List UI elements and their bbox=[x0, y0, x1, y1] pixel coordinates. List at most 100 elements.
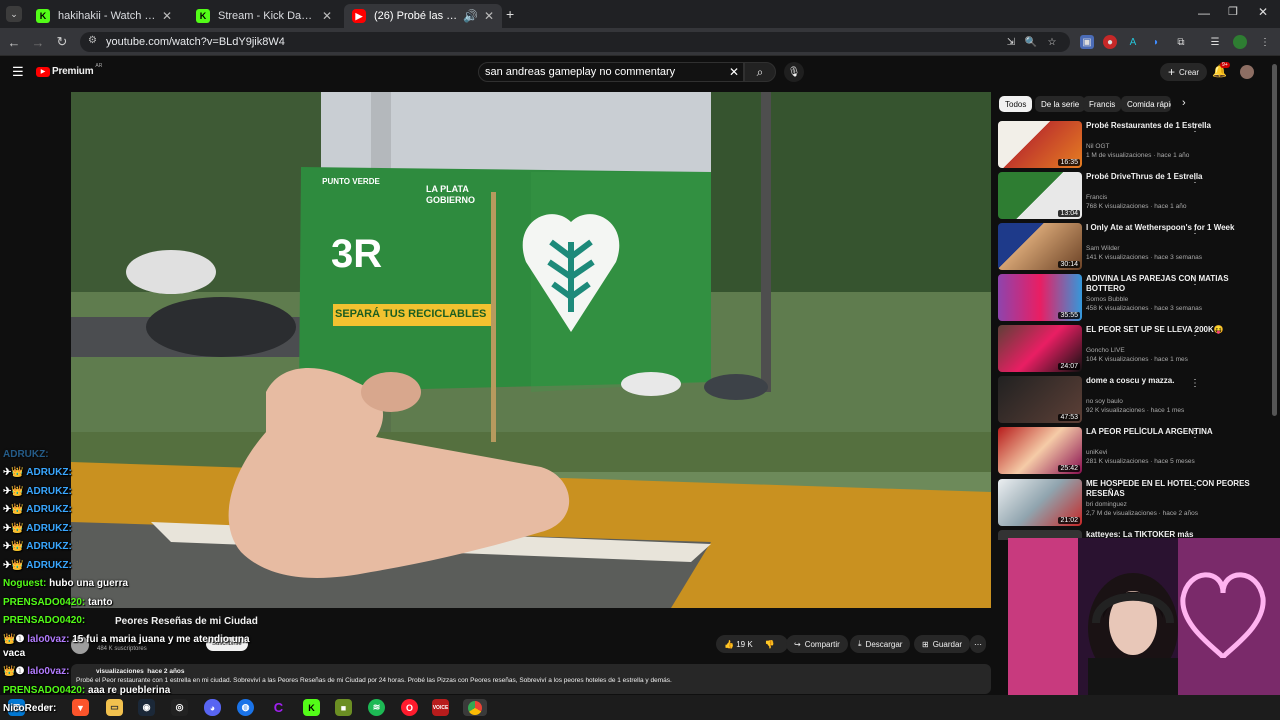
site-info-icon[interactable]: ⚙ bbox=[88, 35, 97, 46]
more-icon[interactable]: ⋮ bbox=[1190, 225, 1200, 236]
tab-search-icon[interactable]: ☰ bbox=[1208, 35, 1222, 49]
sign-gov-text: LA PLATA GOBIERNO bbox=[426, 184, 476, 205]
like-icon[interactable]: 👍 bbox=[724, 640, 734, 649]
obs-icon[interactable]: ◎ bbox=[171, 699, 188, 716]
hamburger-menu-icon[interactable]: ☰ bbox=[12, 64, 24, 80]
more-icon[interactable]: ⋮ bbox=[1190, 378, 1200, 389]
close-tab-icon[interactable]: ✕ bbox=[162, 9, 172, 23]
chip-todos[interactable]: Todos bbox=[999, 96, 1033, 112]
close-window-button[interactable]: ✕ bbox=[1258, 5, 1268, 19]
chip-francis[interactable]: Francis bbox=[1083, 96, 1122, 112]
account-avatar[interactable] bbox=[1240, 65, 1254, 79]
create-button[interactable]: + Crear bbox=[1160, 63, 1208, 81]
minecraft-icon[interactable]: ■ bbox=[335, 699, 352, 716]
forward-button[interactable]: → bbox=[30, 34, 46, 50]
like-dislike-group[interactable]: 👍 19 K 👎 bbox=[716, 635, 788, 653]
video-thumbnail: 16:35 bbox=[998, 121, 1082, 168]
save-button[interactable]: ⊞ Guardar bbox=[914, 635, 971, 653]
chat-line: ✈👑 ADRUKZ: bbox=[3, 504, 72, 515]
spotify-icon[interactable]: ≋ bbox=[368, 699, 385, 716]
more-icon[interactable]: ⋮ bbox=[1190, 429, 1200, 440]
new-tab-button[interactable]: + bbox=[506, 6, 514, 22]
install-app-icon[interactable]: ⇲ bbox=[1004, 35, 1018, 49]
video-thumbnail: 30:14 bbox=[998, 223, 1082, 270]
bookmark-star-icon[interactable]: ☆ bbox=[1045, 35, 1059, 49]
recommendation-item[interactable]: 16:35 Probé Restaurantes de 1 Estrella N… bbox=[998, 121, 1270, 169]
browser-menu-icon[interactable]: ⋮ bbox=[1258, 35, 1272, 49]
recommendation-item[interactable]: 25:42 LA PEOR PELÍCULA ARGENTINA uniKevi… bbox=[998, 427, 1270, 475]
search-button[interactable]: ⌕ bbox=[744, 62, 776, 82]
close-tab-icon[interactable]: ✕ bbox=[484, 9, 494, 23]
recommendation-item[interactable]: 47:53 dome a coscu y mazza. no soy baulo… bbox=[998, 376, 1270, 424]
voicemeeter-icon[interactable]: VOICE bbox=[432, 699, 449, 716]
views-meta: visualizaciones hace 2 años bbox=[96, 668, 185, 675]
brave-icon[interactable]: ▼ bbox=[72, 699, 89, 716]
more-actions-button[interactable]: ⋯ bbox=[970, 635, 986, 653]
app-icon[interactable]: C bbox=[270, 699, 287, 716]
plus-icon: + bbox=[1168, 65, 1176, 79]
recommendation-item[interactable]: 21:02 ME HOSPEDE EN EL HOTEL CON PEORES … bbox=[998, 479, 1270, 527]
video-player[interactable]: PUNTO VERDE LA PLATA GOBIERNO 3R SEPARÁ … bbox=[71, 92, 991, 608]
recommendation-item[interactable]: 13:04 Probé DriveThrus de 1 Estrella Fra… bbox=[998, 172, 1270, 220]
tab-search-button[interactable]: ⌄ bbox=[6, 6, 22, 22]
extension-audio-icon[interactable]: ◗ bbox=[1149, 35, 1163, 49]
back-button[interactable]: ← bbox=[6, 34, 22, 50]
reload-button[interactable]: ↻ bbox=[54, 34, 70, 50]
chips-next-icon[interactable]: › bbox=[1182, 97, 1186, 109]
extensions-puzzle-icon[interactable]: ⧉ bbox=[1174, 35, 1188, 49]
video-thumbnail: 24:07 bbox=[998, 325, 1082, 372]
notifications-button[interactable]: 🔔 9+ bbox=[1212, 62, 1230, 78]
more-icon[interactable]: ⋮ bbox=[1190, 481, 1200, 492]
tab-kick-vod[interactable]: K hakihakii - Watch the VOD on Kick ✕ bbox=[28, 4, 180, 28]
extension-translate-icon[interactable]: A bbox=[1126, 35, 1140, 49]
steam-icon[interactable]: ◉ bbox=[138, 699, 155, 716]
save-icon: ⊞ bbox=[922, 639, 929, 649]
opera-icon[interactable]: O bbox=[401, 699, 418, 716]
search-input[interactable]: san andreas gameplay no commentary ✕ bbox=[478, 62, 744, 82]
zoom-icon[interactable]: 🔍 bbox=[1024, 35, 1038, 49]
share-button[interactable]: ↪ Compartir bbox=[786, 635, 848, 653]
download-button[interactable]: ⤓ Descargar bbox=[850, 635, 911, 653]
file-explorer-icon[interactable]: ▭ bbox=[106, 699, 123, 716]
chat-line: PRENSADO0420: tanto bbox=[3, 597, 113, 608]
region-code: AR bbox=[95, 62, 103, 69]
clear-search-icon[interactable]: ✕ bbox=[729, 65, 739, 79]
extension-record-icon[interactable]: ● bbox=[1103, 35, 1117, 49]
discord-icon[interactable]: ◕ bbox=[204, 699, 221, 716]
more-icon[interactable]: ⋮ bbox=[1190, 327, 1200, 338]
profile-avatar[interactable] bbox=[1233, 35, 1247, 49]
kick-taskbar-icon[interactable]: K bbox=[303, 699, 320, 716]
video-description: Probé el Peor restaurante con 1 estrella… bbox=[76, 677, 672, 684]
sign-brand-text: PUNTO VERDE bbox=[322, 177, 380, 186]
more-icon[interactable]: ⋮ bbox=[1190, 123, 1200, 134]
chip-comida-rapida[interactable]: Comida rápida bbox=[1121, 96, 1171, 112]
chip-de-la-serie[interactable]: De la serie bbox=[1035, 96, 1086, 112]
dislike-icon[interactable]: 👎 bbox=[765, 640, 775, 649]
voice-search-button[interactable]: 🎙 bbox=[784, 62, 804, 82]
address-bar[interactable]: ⚙ youtube.com/watch?v=BLdY9jik8W4 bbox=[80, 32, 1070, 52]
chrome-active-icon[interactable] bbox=[463, 699, 487, 716]
minimize-button[interactable]: — bbox=[1198, 6, 1210, 20]
recommendation-item[interactable]: 30:14 I Only Ate at Wetherspoon's for 1 … bbox=[998, 223, 1270, 271]
tab-kick-dashboard[interactable]: K Stream - Kick Dashboard ✕ bbox=[188, 4, 340, 28]
page-scrollbar[interactable] bbox=[1272, 64, 1277, 416]
chat-line: ✈👑 ADRUKZ: bbox=[3, 541, 72, 552]
speaker-icon[interactable]: 🔊 bbox=[463, 9, 478, 23]
restore-button[interactable]: ❐ bbox=[1228, 5, 1238, 18]
chat-line: ✈👑 ADRUKZ: bbox=[3, 560, 72, 571]
extension-icon[interactable]: ▣ bbox=[1080, 35, 1094, 49]
recommendation-item[interactable]: 24:07 EL PEOR SET UP SE LLEVA 200K😝 Gonc… bbox=[998, 325, 1270, 373]
subscriber-count: 484 K suscriptores bbox=[97, 646, 147, 652]
taskbar bbox=[0, 695, 1280, 720]
video-thumbnail: 35:55 bbox=[998, 274, 1082, 321]
youtube-logo[interactable]: ▶ Premium AR bbox=[36, 62, 103, 77]
tab-youtube[interactable]: ▶ (26) Probé las Peores Reseñas 🔊 ✕ bbox=[344, 4, 502, 28]
chat-line: 👑❶ lalo0vaz: bbox=[3, 666, 70, 677]
more-icon[interactable]: ⋮ bbox=[1190, 276, 1200, 287]
sign-banner-text: SEPARÁ TUS RECICLABLES bbox=[335, 308, 487, 320]
more-icon[interactable]: ⋮ bbox=[1190, 174, 1200, 185]
recommendation-item[interactable]: 35:55 ADIVINA LAS PAREJAS CON MATIAS BOT… bbox=[998, 274, 1270, 322]
chrome-icon[interactable]: ◍ bbox=[237, 699, 254, 716]
more-icon: ⋯ bbox=[974, 639, 982, 649]
close-tab-icon[interactable]: ✕ bbox=[322, 9, 332, 23]
